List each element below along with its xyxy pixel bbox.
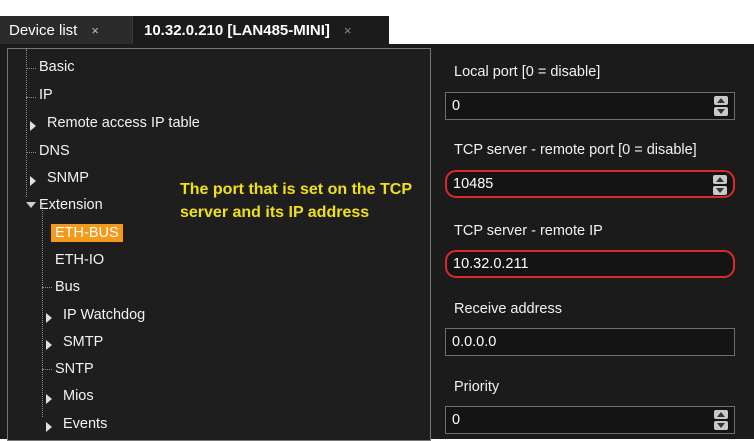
tab-device-config[interactable]: 10.32.0.210 [LAN485-MINI] × — [133, 16, 389, 44]
spinner-arrows-icon[interactable] — [713, 175, 727, 195]
tree-item-ip-watchdog[interactable]: IP Watchdog — [63, 307, 145, 323]
receive-address-value: 0.0.0.0 — [452, 334, 497, 350]
tree-item-sntp[interactable]: SNTP — [55, 361, 94, 377]
expand-arrow-icon[interactable] — [46, 340, 52, 350]
remote-port-value: 10485 — [453, 176, 494, 192]
remote-ip-value: 10.32.0.211 — [453, 256, 529, 272]
tree-item-bus[interactable]: Bus — [55, 279, 80, 295]
tab-device-list[interactable]: Device list × — [0, 16, 133, 44]
tree-item-remote-access-ip-table[interactable]: Remote access IP table — [47, 115, 200, 131]
expand-arrow-icon[interactable] — [30, 121, 36, 131]
settings-tree[interactable]: Basic IP Remote access IP table DNS SNMP… — [7, 48, 431, 441]
expand-arrow-icon[interactable] — [46, 394, 52, 404]
close-icon[interactable]: × — [91, 23, 99, 38]
remote-port-input[interactable]: 10485 — [445, 170, 735, 198]
expand-arrow-icon[interactable] — [46, 313, 52, 323]
receive-address-label: Receive address — [454, 301, 562, 317]
remote-port-label: TCP server - remote port [0 = disable] — [454, 142, 697, 158]
remote-ip-input[interactable]: 10.32.0.211 — [445, 250, 735, 278]
spinner-arrows-icon[interactable] — [714, 96, 728, 116]
tree-item-eth-bus[interactable]: ETH-BUS — [51, 224, 123, 242]
expand-arrow-icon[interactable] — [46, 422, 52, 432]
tree-item-dns[interactable]: DNS — [39, 143, 70, 159]
tab-label: Device list — [9, 21, 78, 39]
remote-ip-label: TCP server - remote IP — [454, 223, 603, 239]
tree-item-basic[interactable]: Basic — [39, 59, 74, 75]
local-port-value: 0 — [452, 98, 461, 114]
tab-bar: Device list × 10.32.0.210 [LAN485-MINI] … — [0, 0, 754, 44]
tree-item-extension[interactable]: Extension — [39, 197, 103, 213]
annotation-text: The port that is set on the TCP server a… — [180, 181, 412, 221]
tree-item-ip[interactable]: IP — [39, 87, 53, 103]
tree-item-smtp[interactable]: SMTP — [63, 334, 103, 350]
main-panel: Basic IP Remote access IP table DNS SNMP… — [0, 44, 754, 441]
local-port-input[interactable]: 0 — [445, 92, 735, 120]
receive-address-input[interactable]: 0.0.0.0 — [445, 328, 735, 356]
spinner-arrows-icon[interactable] — [714, 410, 728, 430]
local-port-label: Local port [0 = disable] — [454, 64, 601, 80]
priority-label: Priority — [454, 379, 500, 395]
tree-item-eth-io[interactable]: ETH-IO — [55, 252, 104, 268]
priority-value: 0 — [452, 412, 461, 428]
tree-item-mios[interactable]: Mios — [63, 388, 94, 404]
tree-item-events[interactable]: Events — [63, 416, 107, 432]
priority-input[interactable]: 0 — [445, 406, 735, 434]
collapse-arrow-icon[interactable] — [26, 202, 36, 208]
expand-arrow-icon[interactable] — [30, 176, 36, 186]
tab-label: 10.32.0.210 [LAN485-MINI] — [144, 21, 330, 39]
tree-item-snmp[interactable]: SNMP — [47, 170, 89, 186]
close-icon[interactable]: × — [344, 23, 352, 38]
